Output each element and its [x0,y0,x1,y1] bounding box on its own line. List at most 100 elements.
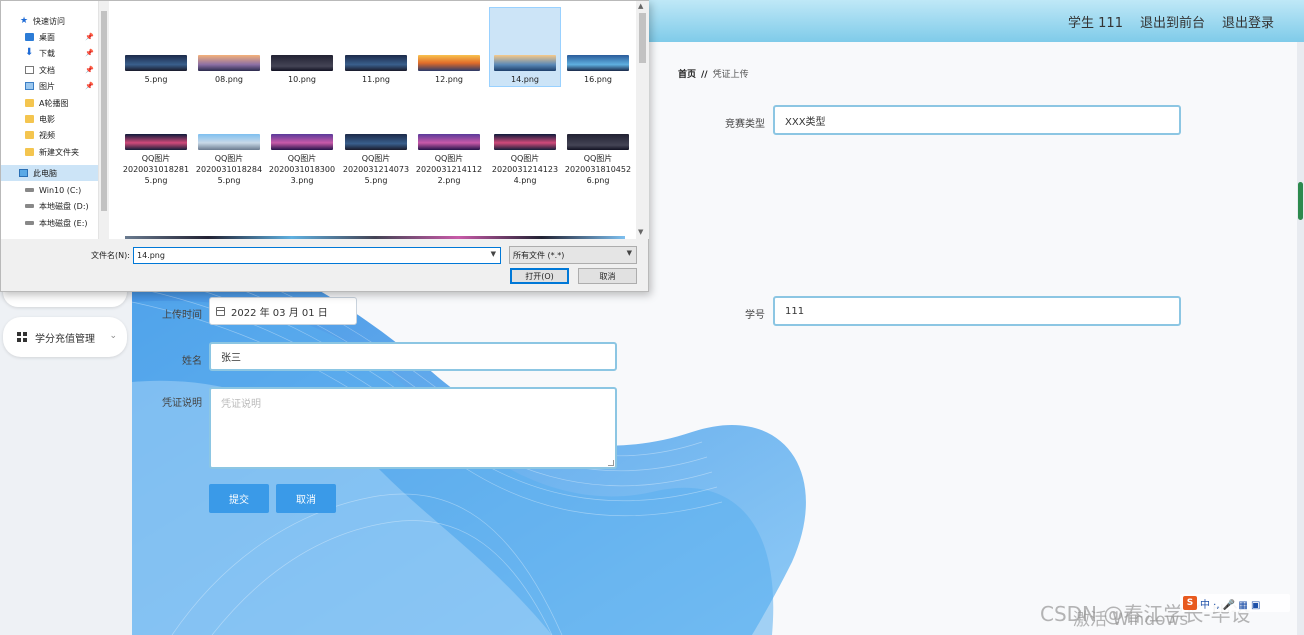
filename-input[interactable]: 14.png ▼ [133,247,501,264]
image-thumbnail [345,55,407,71]
nav-item-label: Win10 (C:) [39,185,82,195]
nav-item-folder-carousel[interactable]: A轮播图 [1,95,98,111]
page-scrollbar-thumb[interactable] [1298,182,1303,220]
file-item[interactable]: 10.png [266,55,338,85]
nav-scrollbar-thumb[interactable] [101,11,107,211]
drive-icon [25,204,34,208]
nav-item-this-pc[interactable]: 此电脑 [1,165,98,181]
nav-item-quick-access[interactable]: ★ 快速访问 [1,13,98,29]
competition-type-select[interactable]: XXX类型 [773,105,1181,135]
file-item[interactable]: QQ图片 2020031018284 5.png [193,134,265,186]
file-item[interactable]: 11.png [340,55,412,85]
file-name-line: QQ图片 [583,154,613,163]
sogou-icon: S [1183,596,1197,610]
drive-icon [25,188,34,192]
folder-icon [25,115,34,123]
breadcrumb-home[interactable]: 首页 [678,70,696,80]
file-item[interactable]: QQ图片 2020031214112 2.png [413,134,485,186]
file-name: 14.png [511,75,539,84]
header-actions: 学生 111 退出到前台 退出登录 [1068,12,1274,31]
nav-item-downloads[interactable]: ⬇ 下载 📌 [1,45,98,61]
upload-time-value: 2022 年 03 月 01 日 [231,307,328,319]
file-name-line: 2.png [437,176,461,185]
chevron-down-icon: ⌄ [109,331,117,341]
student-no-input[interactable]: 111 [773,296,1181,326]
folder-icon [25,148,34,156]
nav-item-label: 新建文件夹 [39,147,79,157]
page-scrollbar[interactable] [1297,42,1304,635]
nav-item-folder-movies[interactable]: 电影 [1,111,98,127]
file-name-line: 2020031214112 [415,165,483,174]
resize-handle-icon[interactable] [608,460,614,466]
breadcrumb-current: 凭证上传 [712,70,749,80]
pin-icon: 📌 [85,49,94,57]
file-item[interactable]: 5.png [120,55,192,85]
image-thumbnail [418,55,480,71]
submit-button[interactable]: 提交 [209,484,269,513]
file-item[interactable]: QQ图片 2020031214073 5.png [340,134,412,186]
image-thumbnail [567,55,629,71]
back-to-frontend-link[interactable]: 退出到前台 [1140,12,1205,31]
file-item-selected[interactable]: 14.png [489,7,561,87]
nav-item-desktop[interactable]: 桌面 📌 [1,29,98,45]
file-list-scrollbar-thumb[interactable] [639,13,646,63]
nav-item-label: 桌面 [39,32,55,42]
nav-item-drive-e[interactable]: 本地磁盘 (E:) [1,215,98,231]
file-list-scrollbar[interactable]: ▲ ▼ [636,1,649,239]
sidebar-item-label: 学分充值管理 [35,333,95,345]
logout-link[interactable]: 退出登录 [1222,12,1274,31]
nav-item-label: 电影 [39,114,55,124]
filetype-select[interactable]: 所有文件 (*.*) ▼ [509,246,637,264]
drive-icon [25,221,34,225]
student-no-value: 111 [785,305,805,317]
computer-icon [19,169,28,177]
image-thumbnail [125,55,187,71]
file-item[interactable]: 08.png [193,55,265,85]
image-thumbnail [271,55,333,71]
file-item[interactable]: QQ图片 2020031018281 5.png [120,134,192,186]
file-open-dialog: ★ 快速访问 桌面 📌 ⬇ 下载 📌 文档 📌 图片 📌 A轮播图 电影 视频 … [0,0,649,292]
file-name-line: 2020031018284 [195,165,263,174]
file-item[interactable]: QQ图片 2020031214123 4.png [489,134,561,186]
file-name-line: 5.png [364,176,388,185]
download-icon: ⬇ [25,47,34,58]
scroll-down-arrow-icon[interactable]: ▼ [638,228,643,236]
pin-icon: 📌 [85,82,94,90]
nav-item-folder-new[interactable]: 新建文件夹 [1,144,98,160]
nav-item-drive-d[interactable]: 本地磁盘 (D:) [1,198,98,214]
nav-item-label: A轮播图 [39,98,69,108]
file-name-line: 5.png [144,176,168,185]
image-thumbnail [345,134,407,150]
grid-icon [17,332,27,342]
nav-item-documents[interactable]: 文档 📌 [1,62,98,78]
chevron-down-icon[interactable]: ▼ [491,250,496,258]
dialog-open-button[interactable]: 打开(O) [510,268,569,284]
file-item[interactable]: 12.png [413,55,485,85]
sidebar-item-credit-recharge[interactable]: 学分充值管理 ⌄ [3,317,127,357]
name-value: 张三 [221,353,241,364]
nav-item-pictures[interactable]: 图片 📌 [1,78,98,94]
image-thumbnail [198,134,260,150]
nav-scrollbar[interactable] [98,1,108,239]
file-item[interactable]: QQ图片 2020031018300 3.png [266,134,338,186]
file-row-partial [125,236,625,239]
dialog-cancel-button[interactable]: 取消 [578,268,637,284]
name-input[interactable]: 张三 [209,342,617,371]
nav-item-drive-c[interactable]: Win10 (C:) [1,182,98,198]
upload-time-picker[interactable]: 2022 年 03 月 01 日 [209,297,357,325]
file-name-line: QQ图片 [141,154,171,163]
note-textarea[interactable]: 凭证说明 [209,387,617,469]
competition-type-label: 竞赛类型 [725,119,765,130]
pin-icon: 📌 [85,33,94,41]
nav-item-folder-videos[interactable]: 视频 [1,127,98,143]
file-item[interactable]: 16.png [562,55,634,85]
ime-toolbar[interactable]: S 中 ·, 🎤 ▦ ▣ [1180,594,1290,612]
file-item[interactable]: QQ图片 2020031810452 6.png [562,134,634,186]
chevron-down-icon[interactable]: ▼ [627,249,632,257]
competition-type-value: XXX类型 [785,116,826,128]
scroll-up-arrow-icon[interactable]: ▲ [638,2,643,10]
filetype-value: 所有文件 (*.*) [513,250,565,260]
nav-item-label: 本地磁盘 (D:) [39,201,89,211]
image-thumbnail [198,55,260,71]
cancel-button[interactable]: 取消 [276,484,336,513]
